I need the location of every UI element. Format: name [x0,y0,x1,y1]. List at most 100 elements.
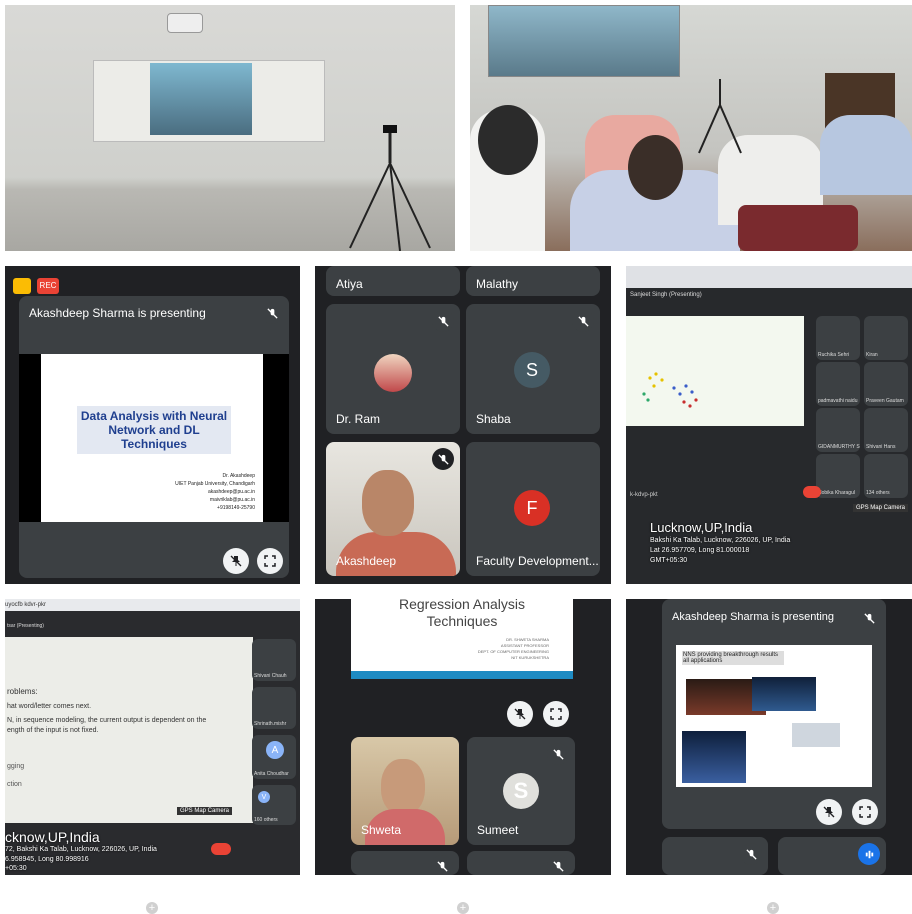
avatar: A [266,741,284,759]
participant-name: Sumeet [477,823,519,837]
participant-name: Malathy [476,277,519,291]
side-participant: Ruchika Sehri [816,316,860,360]
meet-screenshot-presentation: REC Akashdeep Sharma is presenting Data … [5,266,300,584]
slide-line: NIT KURUKSHETRA [511,655,549,660]
slide-page: Data Analysis with Neural Network and DL… [41,354,263,522]
side-participant: Shivani Chauh [252,639,296,681]
participant-tile: F Faculty Development... [466,442,600,576]
mic-off-icon [740,843,762,865]
avatar [374,354,412,392]
slide-title: Data Analysis with Neural Network and DL… [77,406,231,454]
pin-button[interactable] [816,799,842,825]
slide-footer-bar [351,671,573,679]
mic-off-icon [432,310,454,332]
mic-off-icon [572,310,594,332]
avatar: S [503,773,539,809]
slide-line: roblems: [7,687,38,696]
side-participant: Shrinath.mishr [252,687,296,729]
participant-tile [662,837,768,875]
slide-image [682,731,746,783]
fullscreen-button[interactable] [543,701,569,727]
browser-address: uyocfb kdvr-pkr [5,599,300,611]
scatter-plot-image [642,372,698,408]
pin-button[interactable] [223,548,249,574]
end-call-button[interactable] [803,486,821,498]
video-face [381,759,425,815]
presenting-card: Akashdeep Sharma is presenting NNS provi… [662,599,886,829]
gps-latlong: Lat 26.957709, Long 81.000018 [650,547,750,554]
mic-off-icon [547,743,569,765]
slide-line: akashdeep@pu.ac.in [207,489,255,495]
participant-tile: Atiya [326,266,460,296]
presenting-label: Akashdeep Sharma is presenting [672,611,835,623]
presenter-bar: tsar (Presenting) [7,623,44,629]
gps-latlong: 6.958945, Long 80.998916 [5,856,89,863]
side-participant: Nobika Kharagul [816,454,860,498]
participant-tile: S Shaba [466,304,600,434]
gps-city: cknow,UP,India [5,829,100,845]
gps-city: Lucknow,UP,India [650,520,753,535]
participant-name: Dr. Ram [336,412,381,426]
audio-level-icon [858,843,880,865]
slide-image [752,677,816,711]
meet-screenshot-gps-sanjeet: Sanjeet Singh (Presenting) Ruchika Sehri… [626,266,912,584]
projector-device [167,13,203,33]
avatar: S [514,352,550,388]
add-icon[interactable]: + [457,902,469,914]
slide-line: UIET Panjab University, Chandigarh [175,481,255,487]
mic-off-icon [547,855,569,875]
participant-tile: Dr. Ram [326,304,460,434]
browser-tabs [626,266,912,288]
side-participant: V 160 others [252,785,296,825]
side-participant: Shivani Hans [864,408,908,452]
meet-code: k-kdvp-pkt [630,492,658,498]
meet-screenshot-nns: Akashdeep Sharma is presenting NNS provi… [626,599,912,875]
participant-name: Shaba [476,412,511,426]
mic-off-icon [858,607,880,629]
photo-audience [470,5,912,251]
participant-tile [778,837,886,875]
person [820,115,912,195]
gps-timezone: +05:30 [5,865,27,872]
participant-tile [351,851,459,875]
avatar: V [258,791,270,803]
side-participant: padmavathi naidu [816,362,860,406]
slide-line: gging [7,763,25,770]
slide-title: Regression Analysis [398,599,526,612]
rec-badge: REC [37,278,59,294]
slide-author-block: Dr. Akashdeep UIET Panjab University, Ch… [175,472,255,512]
add-icon[interactable]: + [146,902,158,914]
mic-off-icon [432,448,454,470]
shared-slide: roblems: hat word/letter comes next. N, … [5,637,253,823]
mic-off-icon [261,302,283,324]
tripod-icon [349,125,431,251]
shared-slide: Data Analysis with Neural Network and DL… [19,354,289,522]
slide-line: maivriklab@pu.ac.in [209,497,255,503]
person-head [628,135,683,200]
add-icon[interactable]: + [767,902,779,914]
projected-meeting [488,5,680,77]
participant-name: Faculty Development... [476,554,599,568]
gps-address: 72, Bakshi Ka Talab, Lucknow, 226026, UP… [5,846,157,853]
participant-tile: S Sumeet [467,737,575,845]
pin-button[interactable] [507,701,533,727]
participant-tile: Shweta [351,737,459,845]
fullscreen-button[interactable] [852,799,878,825]
photo-classroom-projector [5,5,455,251]
gps-address: Bakshi Ka Talab, Lucknow, 226026, UP, In… [650,537,791,544]
slide-title: Techniques [426,613,498,629]
side-participant: GIDANMURTHY S [816,408,860,452]
presenting-card: Akashdeep Sharma is presenting Data Anal… [19,296,289,578]
fullscreen-button[interactable] [257,548,283,574]
presenting-label: Akashdeep Sharma is presenting [29,306,206,320]
recording-icon [13,278,31,294]
side-participant: 134 others [864,454,908,498]
shared-slide: Regression Analysis Techniques DR. SHWET… [351,599,573,679]
avatar: F [514,490,550,526]
shared-screen [626,316,804,426]
slide-line: ction [7,781,22,788]
slide-line: +9198149-25790 [217,505,255,511]
tripod-icon [698,79,742,154]
end-call-button[interactable] [211,843,231,855]
slide-title: NNS providing breakthrough results all a… [682,651,784,665]
